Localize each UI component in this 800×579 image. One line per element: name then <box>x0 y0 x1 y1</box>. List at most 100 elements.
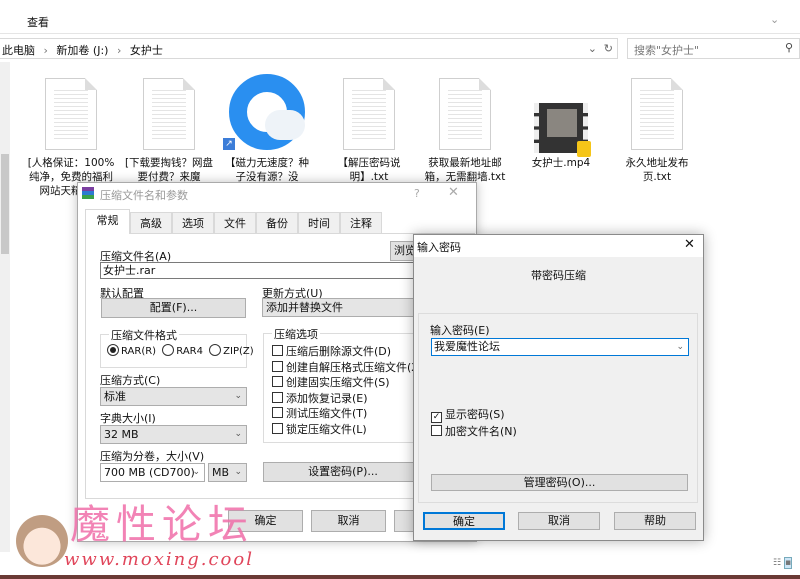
option-solid[interactable]: 创建固实压缩文件(S) <box>272 375 423 391</box>
file-item[interactable]: ↗ 【磁力无速度？种子没有源？没 <box>222 72 312 184</box>
text-file-icon <box>439 78 491 150</box>
left-scrollbar[interactable] <box>0 62 10 552</box>
manage-passwords-button[interactable]: 管理密码(O)... <box>431 474 688 491</box>
address-bar[interactable]: 此电脑 › 新加卷 (J:) › 女护士 ⌄ ↻ <box>0 38 618 59</box>
chevron-down-icon: ⌄ <box>192 467 200 477</box>
options-label: 压缩选项 <box>272 326 320 342</box>
file-name: 【磁力无速度？种子没有源？没 <box>225 157 309 183</box>
file-item[interactable]: 获取最新地址邮箱，无需翻墙.txt <box>420 78 510 184</box>
method-select[interactable]: 标准 ⌄ <box>100 387 247 406</box>
taskbar-edge <box>0 575 800 579</box>
option-sfx[interactable]: 创建自解压格式压缩文件(X) <box>272 360 423 376</box>
update-mode-select[interactable]: 添加并替换文件 <box>262 298 420 317</box>
text-file-icon <box>631 78 683 150</box>
ribbon: 查看 ⌄ <box>0 8 800 34</box>
help-button[interactable]: ? <box>414 187 420 200</box>
ok-button[interactable]: 确定 <box>423 512 505 530</box>
file-item[interactable]: 女护士.mp4 <box>516 78 606 170</box>
option-test[interactable]: 测试压缩文件(T) <box>272 406 423 422</box>
password-label: 输入密码(E) <box>430 324 490 337</box>
watermark-url: www.moxing.cool <box>64 549 254 570</box>
password-value: 我爱魔性论坛 <box>434 340 500 353</box>
password-group: 输入密码(E) 我爱魔性论坛 ⌄ ✓ 显示密码(S) 加密文件名(N) 管理密码(… <box>418 313 698 503</box>
chevron-down-icon[interactable]: ⌄ <box>676 339 684 355</box>
refresh-icon[interactable]: ↻ <box>604 42 613 55</box>
radio-zip[interactable]: ZIP(Z) <box>209 344 254 357</box>
option-label: 测试压缩文件(T) <box>286 407 368 420</box>
close-icon[interactable]: ✕ <box>684 237 695 252</box>
option-recovery[interactable]: 添加恢复记录(E) <box>272 391 423 407</box>
search-input[interactable]: 搜索"女护士" <box>634 44 699 57</box>
search-box[interactable]: 搜索"女护士" ⚲ <box>627 38 800 59</box>
tab-comment[interactable]: 注释 <box>340 212 382 234</box>
radio-zip-label: ZIP(Z) <box>223 346 254 357</box>
cancel-button[interactable]: 取消 <box>311 510 386 532</box>
qq-browser-shortcut-icon: ↗ <box>223 72 309 156</box>
radio-rar4[interactable]: RAR4 <box>162 344 203 357</box>
file-name: 获取最新地址邮箱，无需翻墙.txt <box>424 157 506 183</box>
chevron-down-icon: ⌄ <box>234 429 242 439</box>
format-label: 压缩文件格式 <box>109 327 179 343</box>
set-password-button[interactable]: 设置密码(P)... <box>263 462 423 482</box>
volume-size-value: 700 MB (CD700) <box>104 466 195 479</box>
ribbon-tab-view[interactable]: 查看 <box>27 14 49 30</box>
search-icon: ⚲ <box>784 41 793 54</box>
watermark-title: 魔性论坛 <box>70 502 254 548</box>
file-name: [下载要掏钱？网盘要付费？来魔 <box>124 157 214 183</box>
chevron-down-icon: ⌄ <box>234 467 242 477</box>
format-group: 压缩文件格式 RAR(R) RAR4 ZIP(Z) <box>100 327 254 368</box>
profiles-button[interactable]: 配置(F)... <box>101 298 246 318</box>
volume-unit-value: MB <box>212 466 230 479</box>
cartoon-girl-icon <box>16 515 68 567</box>
option-label: 创建固实压缩文件(S) <box>286 376 390 389</box>
ribbon-expand-icon[interactable]: ⌄ <box>770 13 779 26</box>
breadcrumb-drive[interactable]: 新加卷 (J:) <box>56 44 108 57</box>
volume-size-input[interactable]: 700 MB (CD700) ⌄ <box>100 463 205 482</box>
close-icon[interactable]: ✕ <box>448 185 459 200</box>
options-group: 压缩选项 压缩后删除源文件(D) 创建自解压格式压缩文件(X) 创建固实压缩文件… <box>263 326 423 443</box>
dict-label: 字典大小(I) <box>100 412 156 425</box>
password-heading: 带密码压缩 <box>531 269 586 282</box>
cancel-button[interactable]: 取消 <box>518 512 600 530</box>
dict-value: 32 MB <box>104 428 139 441</box>
breadcrumb-this-pc[interactable]: 此电脑 <box>2 44 35 57</box>
method-label: 压缩方式(C) <box>100 374 161 387</box>
file-item[interactable]: 【解压密码说明】.txt <box>324 78 414 184</box>
tab-time[interactable]: 时间 <box>298 212 340 234</box>
volume-unit-select[interactable]: MB ⌄ <box>208 463 247 482</box>
password-title-bar: 输入密码 ✕ <box>414 235 703 257</box>
option-delete-after[interactable]: 压缩后删除源文件(D) <box>272 344 423 360</box>
tab-general[interactable]: 常规 <box>85 209 130 234</box>
radio-rar[interactable]: RAR(R) <box>107 344 157 357</box>
show-password-label: 显示密码(S) <box>445 408 505 421</box>
text-file-icon <box>143 78 195 150</box>
text-file-icon <box>343 78 395 150</box>
help-button[interactable]: 帮助 <box>614 512 696 530</box>
show-password-checkbox[interactable]: ✓ 显示密码(S) <box>431 406 505 423</box>
dict-select[interactable]: 32 MB ⌄ <box>100 425 247 444</box>
update-mode-value: 添加并替换文件 <box>266 301 343 314</box>
file-item[interactable]: [人格保证：100%纯净，免费的福利网站天精选发 <box>26 78 116 198</box>
breadcrumb-folder[interactable]: 女护士 <box>130 44 163 57</box>
tab-advanced[interactable]: 高级 <box>130 212 172 234</box>
video-file-icon <box>534 103 591 157</box>
encrypt-names-checkbox[interactable]: 加密文件名(N) <box>431 423 517 439</box>
file-item[interactable]: 永久地址发布页.txt <box>612 78 702 184</box>
method-value: 标准 <box>104 390 126 403</box>
password-dialog: 输入密码 ✕ 带密码压缩 输入密码(E) 我爱魔性论坛 ⌄ ✓ 显示密码(S) 加… <box>413 234 704 541</box>
history-dropdown-icon[interactable]: ⌄ <box>588 42 597 55</box>
file-item[interactable]: [下载要掏钱？网盘要付费？来魔 <box>124 78 214 184</box>
option-label: 创建自解压格式压缩文件(X) <box>286 360 424 374</box>
radio-rar-label: RAR(R) <box>121 346 157 357</box>
option-label: 锁定压缩文件(L) <box>286 422 367 436</box>
winrar-icon <box>82 187 94 199</box>
password-input[interactable]: 我爱魔性论坛 ⌄ <box>431 338 689 356</box>
tab-options[interactable]: 选项 <box>172 212 214 234</box>
archive-name-input[interactable]: 女护士.rar <box>100 262 420 279</box>
tab-files[interactable]: 文件 <box>214 212 256 234</box>
view-toggle[interactable]: ☷ ▪ <box>773 557 800 572</box>
chevron-down-icon: ⌄ <box>234 391 242 401</box>
tab-backup[interactable]: 备份 <box>256 212 298 234</box>
option-lock[interactable]: 锁定压缩文件(L) <box>272 422 423 438</box>
file-name: 女护士.mp4 <box>531 157 591 169</box>
